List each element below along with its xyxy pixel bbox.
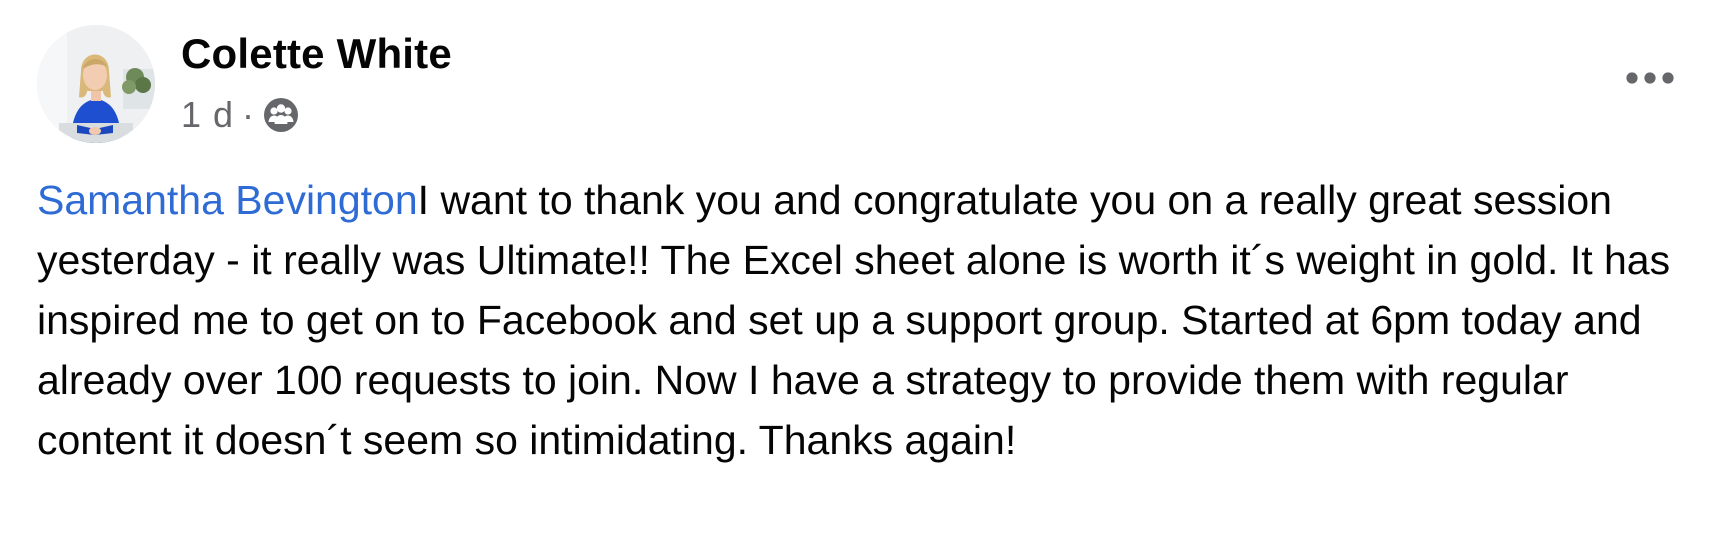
avatar-photo	[37, 25, 155, 143]
post-timestamp[interactable]: 1 d	[181, 94, 234, 136]
more-options-button[interactable]	[1620, 60, 1680, 96]
group-icon[interactable]	[263, 97, 299, 133]
more-options-icon	[1626, 72, 1674, 84]
facebook-post: Colette White 1 d · Samantha BevingtonI …	[0, 0, 1712, 547]
post-meta: 1 d ·	[181, 92, 299, 138]
avatar[interactable]	[37, 25, 155, 143]
mention-link[interactable]: Samantha Bevington	[37, 177, 418, 223]
author-name[interactable]: Colette White	[181, 28, 452, 80]
post-body: Samantha BevingtonI want to thank you an…	[37, 170, 1687, 470]
meta-separator: ·	[242, 94, 255, 135]
